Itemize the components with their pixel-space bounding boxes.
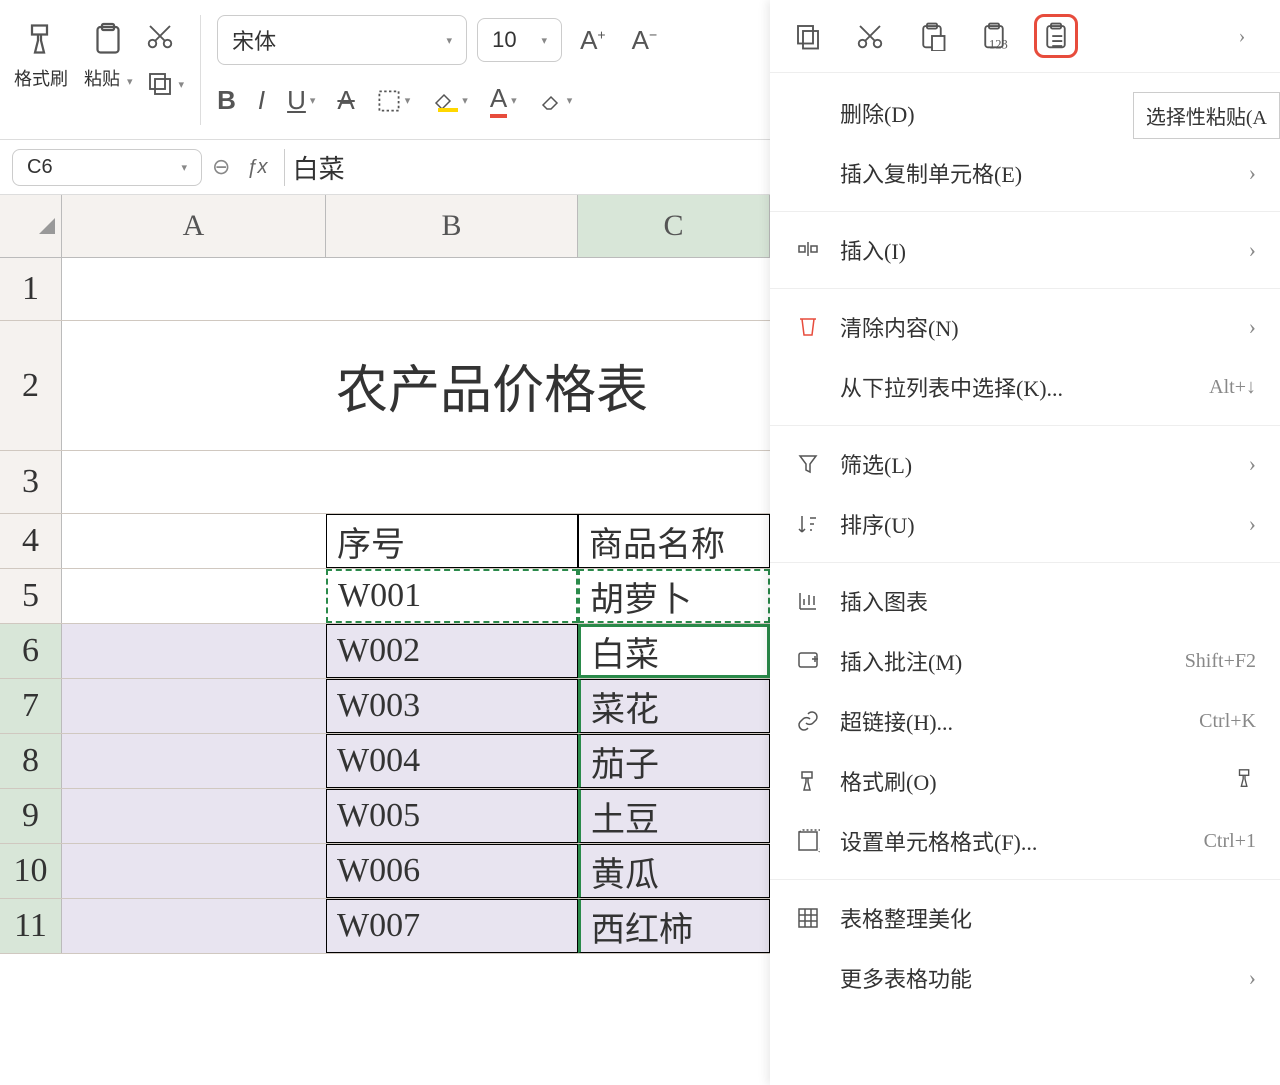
table-header[interactable]: 商品名称 (578, 514, 770, 568)
font-size-select[interactable]: 10▾ (477, 18, 562, 62)
brush-icon (794, 767, 822, 795)
border-button[interactable]: ▾ (377, 89, 411, 113)
link-icon (794, 707, 822, 735)
title-cell[interactable]: 农产品价格表 (326, 321, 770, 450)
data-cell[interactable]: W007 (326, 899, 578, 953)
column-header[interactable]: B (326, 195, 578, 257)
data-cell[interactable]: 茄子 (578, 734, 770, 788)
format-painter-button[interactable]: 格式刷 (10, 15, 72, 95)
decrease-font-button[interactable]: A− (624, 25, 666, 56)
more-icon[interactable]: › (1220, 14, 1264, 58)
menu-beautify[interactable]: 表格整理美化 (770, 888, 1280, 948)
insert-icon (794, 236, 822, 264)
data-cell[interactable]: W001 (326, 569, 578, 623)
paste-icon (88, 19, 128, 59)
row-header[interactable]: 6 (0, 624, 62, 678)
paste-special-icon[interactable] (1034, 14, 1078, 58)
row-header[interactable]: 8 (0, 734, 62, 788)
brush-icon (21, 19, 61, 59)
row-header[interactable]: 7 (0, 679, 62, 733)
row-header[interactable]: 11 (0, 899, 62, 953)
strikethrough-button[interactable]: A (337, 85, 354, 116)
row-header[interactable]: 2 (0, 321, 62, 450)
menu-hyperlink[interactable]: 超链接(H)...Ctrl+K (770, 691, 1280, 751)
row-header[interactable]: 10 (0, 844, 62, 898)
data-cell[interactable]: W002 (326, 624, 578, 678)
active-cell[interactable]: 白菜 (578, 624, 770, 678)
menu-insert-copied[interactable]: 插入复制单元格(E)› (770, 143, 1280, 203)
paste-values-icon[interactable]: 123 (972, 14, 1016, 58)
row-header[interactable]: 5 (0, 569, 62, 623)
filter-icon (794, 450, 822, 478)
clear-icon (794, 313, 822, 341)
data-cell[interactable]: W004 (326, 734, 578, 788)
italic-button[interactable]: I (258, 85, 265, 116)
menu-format-cells[interactable]: 设置单元格格式(F)...Ctrl+1 (770, 811, 1280, 871)
column-header[interactable]: C (578, 195, 770, 257)
menu-more[interactable]: 更多表格功能› (770, 948, 1280, 1008)
eraser-button[interactable]: ▾ (539, 89, 573, 113)
paste-special-tooltip: 选择性粘贴(A (1133, 92, 1280, 139)
data-cell[interactable]: 菜花 (578, 679, 770, 733)
row-header[interactable]: 4 (0, 514, 62, 568)
zoom-out-icon[interactable]: ⊖ (212, 154, 230, 180)
copy-button[interactable]: ▾ (145, 69, 185, 99)
menu-chart[interactable]: 插入图表 (770, 571, 1280, 631)
sort-icon (794, 510, 822, 538)
data-cell[interactable]: 黄瓜 (578, 844, 770, 898)
svg-text:123: 123 (989, 38, 1008, 52)
chart-icon (794, 587, 822, 615)
data-cell[interactable]: W006 (326, 844, 578, 898)
menu-dropdown-select[interactable]: 从下拉列表中选择(K)...Alt+↓ (770, 357, 1280, 417)
data-cell[interactable]: W005 (326, 789, 578, 843)
column-header[interactable]: A (62, 195, 326, 257)
data-cell[interactable]: 土豆 (578, 789, 770, 843)
table-icon (794, 904, 822, 932)
copy-icon[interactable] (786, 14, 830, 58)
underline-button[interactable]: U▾ (287, 85, 315, 116)
paste-button[interactable]: 粘贴 ▾ (80, 15, 137, 95)
increase-font-button[interactable]: A+ (572, 25, 614, 56)
row-header[interactable]: 3 (0, 451, 62, 513)
row-header[interactable]: 1 (0, 258, 62, 320)
select-all-corner[interactable] (0, 195, 62, 257)
data-cell[interactable]: 胡萝卜 (578, 569, 770, 623)
table-header[interactable]: 序号 (326, 514, 578, 568)
bold-button[interactable]: B (217, 85, 236, 116)
menu-insert[interactable]: 插入(I)› (770, 220, 1280, 280)
menu-sort[interactable]: 排序(U)› (770, 494, 1280, 554)
row-header[interactable]: 9 (0, 789, 62, 843)
comment-icon (794, 647, 822, 675)
font-color-button[interactable]: A▾ (490, 83, 517, 118)
cell-reference-input[interactable]: C6▾ (12, 149, 202, 186)
menu-comment[interactable]: 插入批注(M)Shift+F2 (770, 631, 1280, 691)
fx-icon[interactable]: ƒx (240, 156, 273, 179)
format-cells-icon (794, 827, 822, 855)
menu-filter[interactable]: 筛选(L)› (770, 434, 1280, 494)
menu-clear[interactable]: 清除内容(N)› (770, 297, 1280, 357)
cut-button[interactable] (145, 21, 185, 51)
cut-icon[interactable] (848, 14, 892, 58)
data-cell[interactable]: 西红柿 (578, 899, 770, 953)
context-menu: 123 › 选择性粘贴(A 删除(D) 插入复制单元格(E)› 插入(I)› 清… (770, 0, 1280, 1085)
font-name-select[interactable]: 宋体▾ (217, 15, 467, 65)
paste-icon[interactable] (910, 14, 954, 58)
data-cell[interactable]: W003 (326, 679, 578, 733)
menu-format-painter[interactable]: 格式刷(O) (770, 751, 1280, 811)
fill-color-button[interactable]: ▾ (432, 89, 468, 113)
